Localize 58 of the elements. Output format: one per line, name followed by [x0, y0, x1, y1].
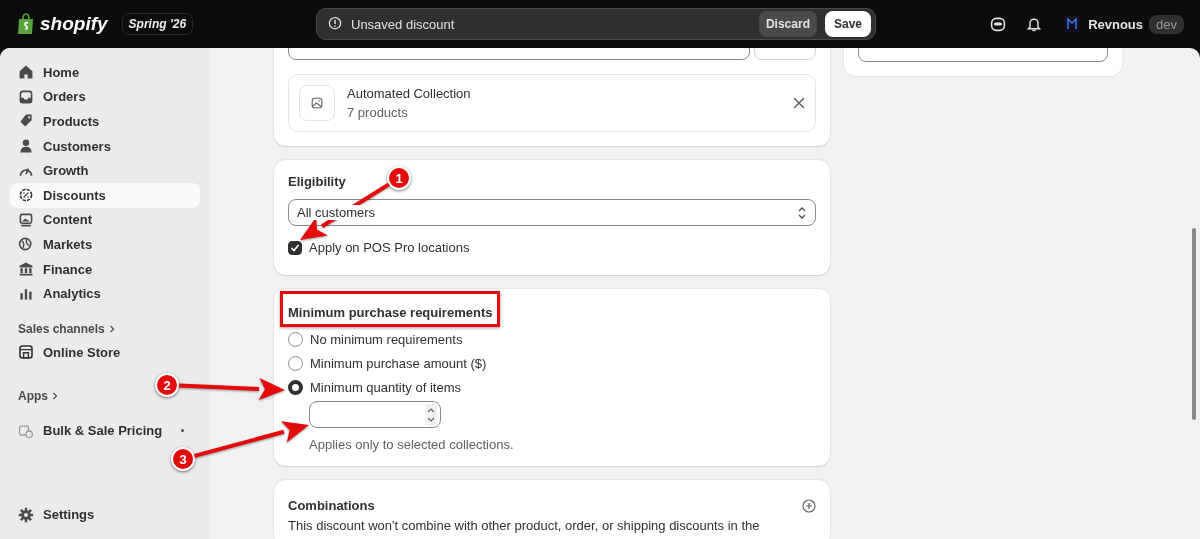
bank-icon	[18, 261, 34, 278]
sidebar-item[interactable]: Bulk & Sale Pricing	[10, 418, 200, 444]
combinations-text: This discount won't combine with other product, order, or shipping discounts in the	[288, 519, 761, 534]
storefront-icon	[18, 344, 34, 361]
chevron-updown-icon	[797, 206, 807, 219]
sidebar-item[interactable]: Markets	[10, 232, 200, 257]
card-title: Combinations	[288, 498, 375, 513]
card-title: Eligibility	[288, 174, 346, 189]
radio-label: No minimum requirements	[310, 332, 463, 347]
shopping-bag-icon	[16, 13, 36, 35]
save-button[interactable]: Save	[824, 11, 871, 37]
discard-button[interactable]: Discard	[758, 11, 817, 37]
sidebar-item[interactable]: Discounts	[10, 182, 200, 208]
globe-icon	[18, 236, 34, 253]
sidebar-item[interactable]: Analytics	[10, 281, 200, 306]
card-title: Minimum purchase requirements	[288, 305, 493, 320]
bell-icon[interactable]	[1026, 16, 1043, 32]
apps-heading[interactable]: Apps	[18, 388, 48, 403]
sidebar-item[interactable]: Products	[10, 109, 200, 134]
percent-badge-icon	[18, 187, 34, 204]
image-icon	[309, 95, 325, 111]
add-icon[interactable]	[802, 498, 816, 513]
store-tag: dev	[1149, 14, 1184, 34]
radio-button[interactable]	[288, 380, 303, 395]
quantity-input[interactable]	[309, 401, 441, 428]
radio-label: Minimum purchase amount ($)	[310, 356, 487, 371]
person-icon	[18, 138, 34, 155]
settings-item[interactable]: Settings	[10, 502, 200, 527]
settings-icon	[18, 506, 34, 523]
sidebar-item[interactable]: Customers	[10, 133, 200, 159]
unsaved-notice: Unsaved discount	[351, 16, 456, 32]
stepper-icon	[425, 403, 437, 426]
customer-select[interactable]: All customers	[288, 199, 816, 226]
checkbox[interactable]	[288, 240, 302, 255]
sidebar-item[interactable]: Orders	[10, 84, 200, 110]
alert-icon	[327, 16, 343, 32]
edition-badge: Spring '26	[121, 13, 194, 35]
chevron-right-icon	[52, 391, 58, 400]
sidebar-item[interactable]: Content	[10, 207, 200, 233]
close-icon[interactable]	[793, 97, 805, 109]
sidebar-item[interactable]: Finance	[10, 256, 200, 282]
inbox-icon	[18, 88, 34, 105]
checkbox-label: Apply on POS Pro locations	[309, 240, 470, 255]
product-count: 7 products	[347, 105, 409, 120]
sidebar-item[interactable]: Home	[10, 60, 200, 85]
home-icon	[18, 64, 34, 81]
collection-title: Automated Collection	[347, 86, 472, 101]
sidebar-item[interactable]: Growth	[10, 158, 200, 183]
scrollbar[interactable]	[1192, 228, 1196, 420]
store-avatar-icon[interactable]	[1062, 14, 1083, 34]
brand-logo[interactable]: shopify	[40, 13, 108, 35]
image-icon	[18, 211, 34, 228]
sidebar-item[interactable]: Online Store	[10, 339, 200, 365]
radio-label: Minimum quantity of items	[310, 380, 461, 395]
help-text: Applies only to selected collections.	[309, 437, 515, 452]
chevron-right-icon	[108, 324, 115, 333]
sales-channels-heading[interactable]: Sales channels	[18, 321, 105, 336]
store-name[interactable]: Revnous	[1088, 16, 1144, 32]
